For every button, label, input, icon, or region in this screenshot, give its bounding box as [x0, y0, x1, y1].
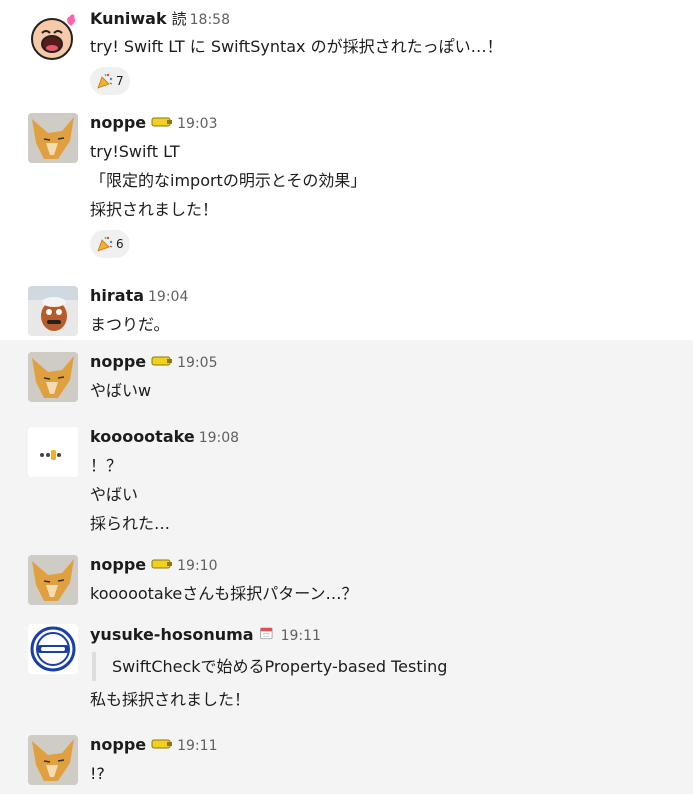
message-text: まつりだ。 — [90, 315, 170, 334]
avatar[interactable] — [28, 286, 78, 336]
message-text: try!Swift LT — [90, 142, 180, 161]
message-content: noppe 19:11 !? — [90, 735, 683, 788]
avatar[interactable] — [28, 352, 78, 402]
status-emoji-icon — [151, 356, 173, 366]
timestamp[interactable]: 19:11 — [177, 738, 217, 754]
message-text: やばいw — [90, 381, 152, 400]
message-content: noppe 19:03 try!Swift LT 「限定的なimportの明示と… — [90, 113, 683, 258]
party-popper-icon — [97, 73, 113, 89]
message-text: 「限定的なimportの明示とその効果」 — [90, 171, 367, 190]
party-popper-icon — [97, 236, 113, 252]
reaction-button[interactable]: 6 — [90, 230, 130, 258]
message-content: Kuniwak 読 18:58 try! Swift LT に SwiftSyn… — [90, 8, 683, 95]
user-name[interactable]: yusuke-hosonuma — [90, 625, 254, 644]
message-text: 私も採択されました！ — [90, 690, 251, 709]
message-text: try! Swift LT に SwiftSyntax のが採択されたっぽい…！ — [90, 37, 503, 56]
avatar[interactable] — [28, 12, 78, 62]
reaction-count: 7 — [116, 74, 124, 88]
user-name[interactable]: noppe — [90, 352, 146, 371]
message-header: hirata 19:04 — [90, 286, 683, 310]
reaction-count: 6 — [116, 237, 124, 251]
avatar[interactable] — [28, 113, 78, 163]
message-content: koooootake 19:08 ！？ やばい 採られた… — [90, 427, 683, 538]
user-name[interactable]: koooootake — [90, 427, 195, 446]
message-header: koooootake 19:08 — [90, 427, 683, 451]
message-content: hirata 19:04 まつりだ。 — [90, 286, 683, 339]
message-text: やばい — [90, 485, 139, 504]
quote-text: SwiftCheckで始めるProperty-based Testing — [112, 657, 448, 676]
user-name[interactable]: Kuniwak — [90, 9, 167, 28]
user-name[interactable]: hirata — [90, 286, 144, 305]
timestamp[interactable]: 19:05 — [177, 355, 217, 371]
message-header: noppe 19:05 — [90, 352, 683, 376]
message-header: Kuniwak 読 18:58 — [90, 8, 683, 32]
quote-block: SwiftCheckで始めるProperty-based Testing — [92, 652, 683, 681]
reaction-button[interactable]: 7 — [90, 67, 130, 95]
user-name[interactable]: noppe — [90, 555, 146, 574]
message-text: 採択されました！ — [90, 200, 219, 219]
avatar[interactable] — [28, 624, 78, 674]
message-content: yusuke-hosonuma 19:11 SwiftCheckで始めるProp… — [90, 624, 683, 714]
message-header: noppe 19:11 — [90, 735, 683, 759]
avatar[interactable] — [28, 555, 78, 605]
status-text: 読 — [171, 10, 187, 28]
user-name[interactable]: noppe — [90, 113, 146, 132]
message-header: yusuke-hosonuma 19:11 — [90, 624, 683, 648]
message-text: 採られた… — [90, 514, 171, 533]
timestamp[interactable]: 19:04 — [148, 289, 188, 305]
calendar-icon — [259, 627, 273, 640]
timestamp[interactable]: 19:10 — [177, 558, 217, 574]
message-header: noppe 19:10 — [90, 555, 683, 579]
timestamp[interactable]: 19:03 — [177, 116, 217, 132]
timestamp[interactable]: 19:08 — [199, 430, 239, 446]
status-emoji-icon — [151, 739, 173, 749]
timestamp[interactable]: 19:11 — [281, 628, 321, 644]
timestamp[interactable]: 18:58 — [190, 12, 230, 28]
message-text: ！？ — [90, 456, 123, 475]
message-text: koooootakeさんも採択パターン…？ — [90, 584, 358, 603]
message-content: noppe 19:05 やばいw — [90, 352, 683, 405]
user-name[interactable]: noppe — [90, 735, 146, 754]
status-emoji-icon — [151, 117, 173, 127]
message-text: !? — [90, 764, 105, 783]
message-header: noppe 19:03 — [90, 113, 683, 137]
message-content: noppe 19:10 koooootakeさんも採択パターン…？ — [90, 555, 683, 608]
avatar[interactable] — [28, 427, 78, 477]
avatar[interactable] — [28, 735, 78, 785]
status-emoji-icon — [151, 559, 173, 569]
